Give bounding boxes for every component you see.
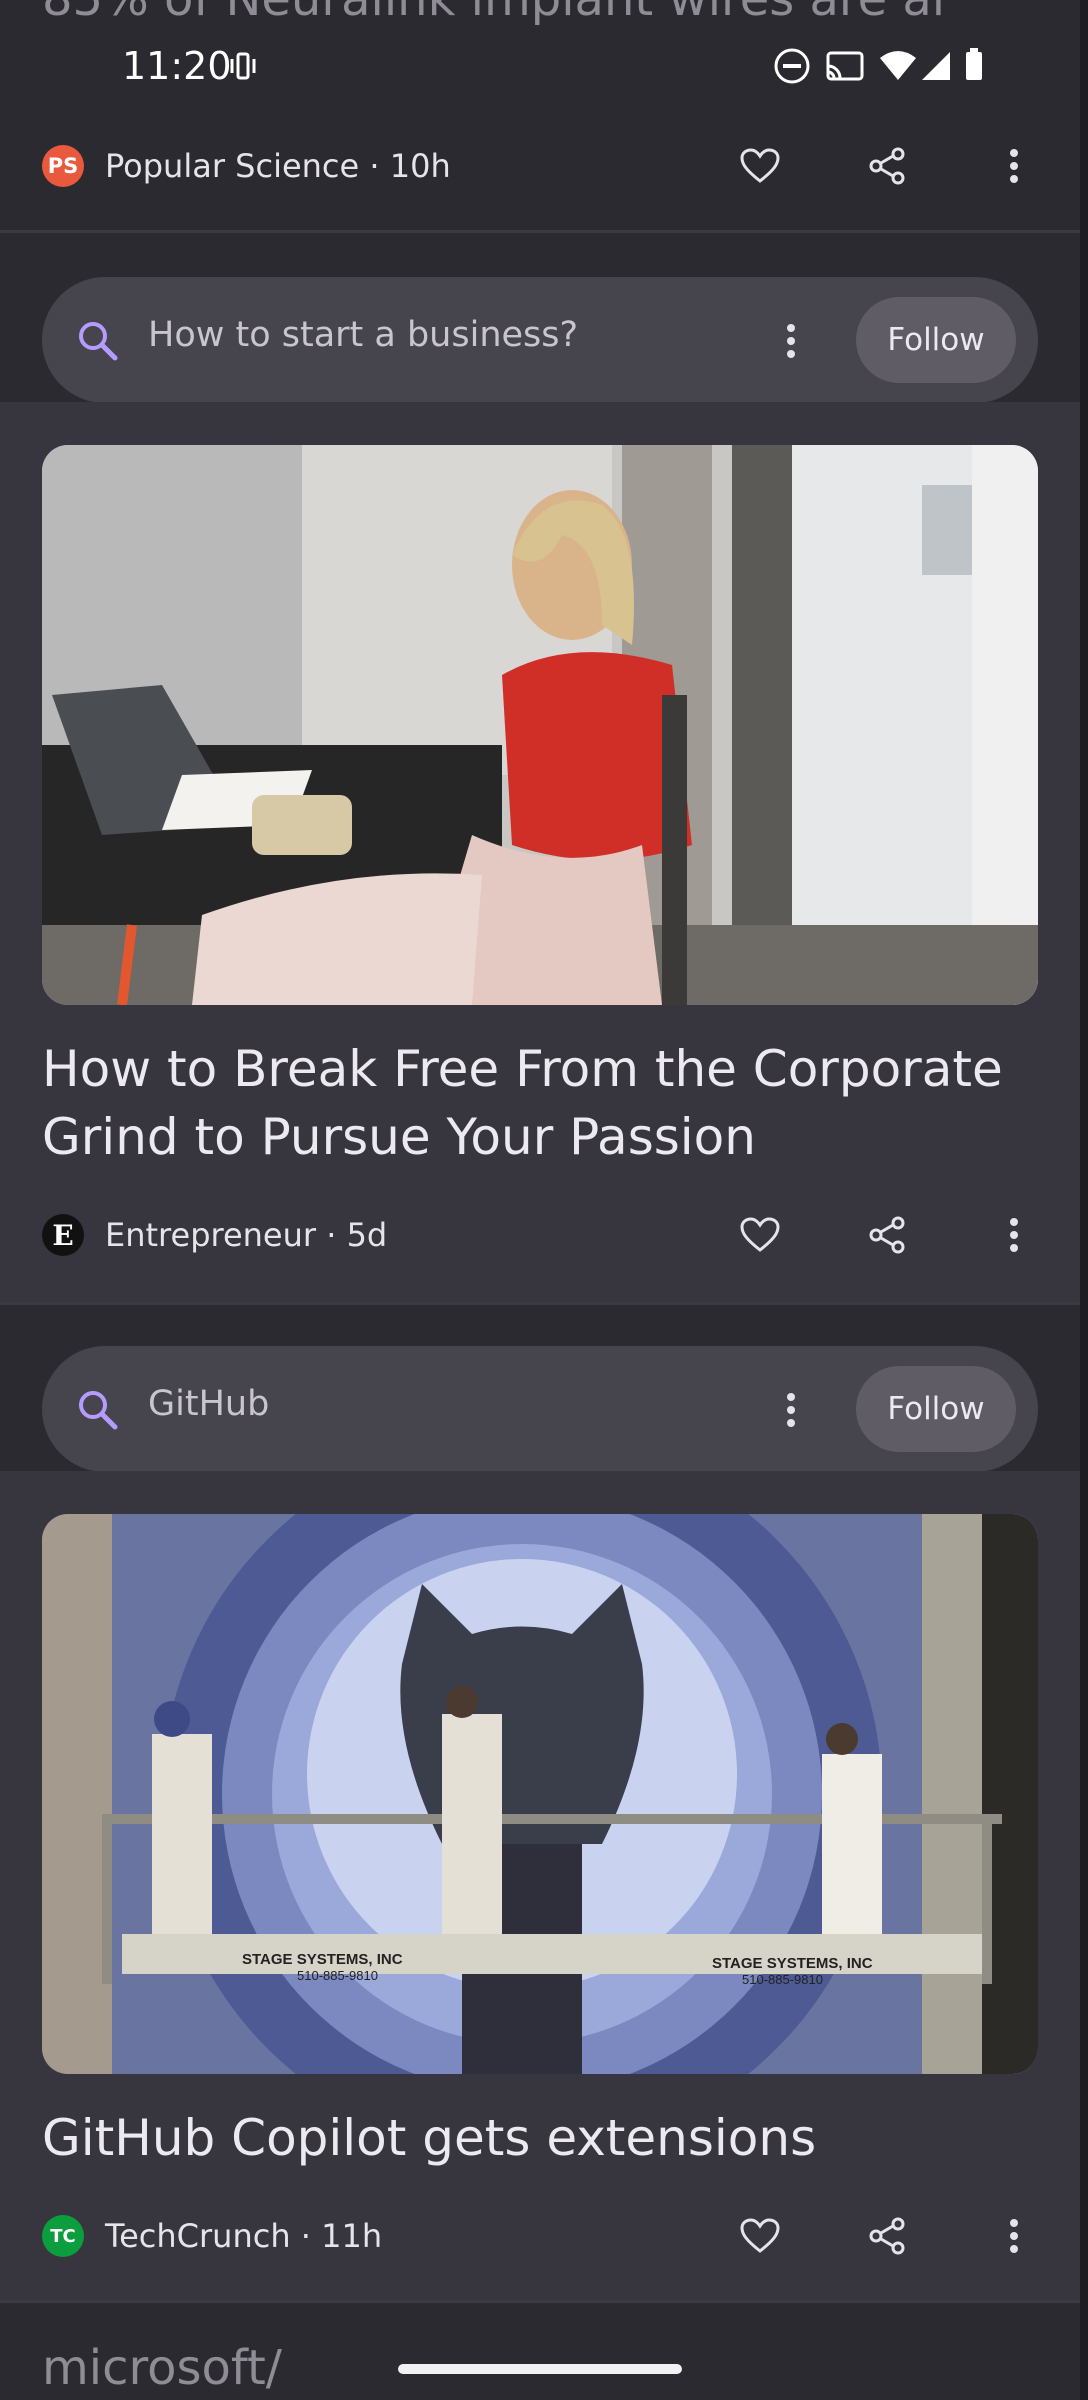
heart-icon[interactable] (730, 2206, 790, 2266)
more-options-icon[interactable] (786, 323, 796, 359)
heart-icon[interactable] (730, 1205, 790, 1265)
article-card-techcrunch[interactable]: STAGE SYSTEMS, INC 510-885-9810 STAGE SY… (0, 1471, 1080, 2303)
follow-button[interactable]: Follow (856, 297, 1016, 383)
source-label: TechCrunch · 11h (105, 2217, 383, 2255)
source-row-popular-science: PS Popular Science · 10h (0, 134, 1080, 198)
scrollbar[interactable] (1080, 0, 1088, 2400)
topic-query: GitHub (148, 1384, 270, 1424)
do-not-disturb-icon (774, 48, 810, 84)
topic-chip-github[interactable]: GitHub Follow (42, 1346, 1038, 1472)
techcrunch-logo-icon: TC (42, 2215, 84, 2257)
divider (0, 1302, 1080, 1305)
previous-article-headline[interactable]: 85% of Neuralink implant wires are alrea… (42, 0, 942, 32)
source-row-entrepreneur: E Entrepreneur · 5d (0, 1203, 1080, 1267)
signal-icon (922, 52, 950, 80)
share-icon[interactable] (857, 2206, 917, 2266)
banner-text: STAGE SYSTEMS, INC (242, 1951, 403, 1968)
banner-text: STAGE SYSTEMS, INC (712, 1955, 873, 1972)
banner-text: 510-885-9810 (297, 1968, 378, 1983)
article-image[interactable] (42, 445, 1038, 1005)
source-label: Entrepreneur · 5d (105, 1216, 388, 1254)
topic-band: How to start a business? Follow (0, 274, 1080, 403)
status-icons (772, 46, 1002, 90)
battery-icon (966, 48, 982, 80)
vibrate-icon (230, 52, 256, 80)
article-headline[interactable]: How to Break Free From the Corporate Gri… (42, 1035, 1042, 1171)
cast-icon (826, 51, 864, 81)
more-options-icon[interactable] (786, 1392, 796, 1428)
follow-button[interactable]: Follow (856, 1366, 1016, 1452)
status-bar: 85% of Neuralink implant wires are alrea… (0, 0, 1088, 130)
article-headline[interactable]: GitHub Copilot gets extensions (42, 2104, 1042, 2172)
topic-band: GitHub Follow (0, 1343, 1080, 1472)
divider (0, 230, 1080, 233)
more-options-icon[interactable] (984, 136, 1044, 196)
status-clock: 11:20 (122, 44, 232, 88)
topic-query: How to start a business? (148, 315, 579, 355)
gesture-nav-handle[interactable] (398, 2364, 682, 2374)
entrepreneur-logo-icon: E (42, 1214, 84, 1256)
next-article-headline[interactable]: microsoft/ (42, 2340, 282, 2396)
more-options-icon[interactable] (984, 2206, 1044, 2266)
article-card-entrepreneur[interactable]: How to Break Free From the Corporate Gri… (0, 402, 1080, 1302)
topic-chip-how-to-start-a-business[interactable]: How to start a business? Follow (42, 277, 1038, 403)
source-row-techcrunch: TC TechCrunch · 11h (0, 2204, 1080, 2268)
search-icon (79, 322, 118, 361)
share-icon[interactable] (857, 136, 917, 196)
search-icon (79, 1391, 118, 1430)
popular-science-logo-icon: PS (42, 145, 84, 187)
divider (0, 2300, 1080, 2303)
wifi-icon (880, 51, 916, 80)
source-label: Popular Science · 10h (105, 147, 451, 185)
share-icon[interactable] (857, 1205, 917, 1265)
heart-icon[interactable] (730, 136, 790, 196)
article-image[interactable]: STAGE SYSTEMS, INC 510-885-9810 STAGE SY… (42, 1514, 1038, 2074)
more-options-icon[interactable] (984, 1205, 1044, 1265)
banner-text: 510-885-9810 (742, 1972, 823, 1987)
